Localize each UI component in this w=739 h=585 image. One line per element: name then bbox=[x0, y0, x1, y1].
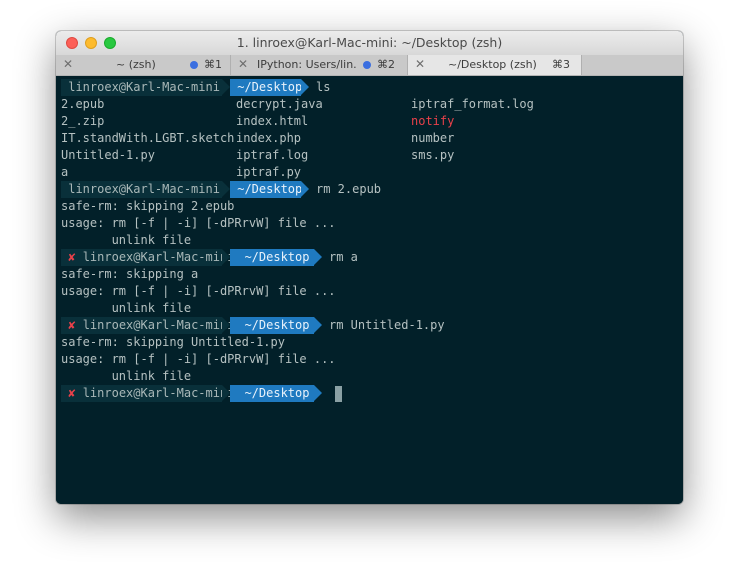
output-line: unlink file bbox=[61, 233, 192, 247]
segment-separator-icon bbox=[222, 317, 230, 333]
error-x-icon: ✘ bbox=[68, 250, 76, 264]
tab-label: ~ (zsh) bbox=[116, 58, 156, 71]
prompt-user-segment: linroex@Karl-Mac-mini bbox=[61, 79, 222, 96]
prompt-dir-segment: ~/Desktop bbox=[230, 181, 303, 198]
command-text: rm 2.epub bbox=[316, 182, 382, 196]
output-line: unlink file bbox=[61, 369, 192, 383]
output-line: safe-rm: skipping Untitled-1.py bbox=[61, 335, 285, 349]
prompt-user: linroex@Karl-Mac-mini bbox=[82, 250, 235, 264]
segment-separator-icon bbox=[222, 79, 230, 95]
ls-entry: decrypt.java bbox=[236, 97, 323, 111]
tab-label: IPython: Users/lin... bbox=[257, 58, 357, 71]
segment-separator-icon bbox=[301, 181, 309, 197]
tab-bar-empty-space[interactable] bbox=[582, 55, 683, 75]
tab-shortcut: ⌘2 bbox=[377, 58, 395, 71]
output-line: usage: rm [-f | -i] [-dPRrvW] file ... bbox=[61, 216, 336, 230]
prompt-user: linroex@Karl-Mac-mini bbox=[82, 386, 235, 400]
tab-desktop-zsh[interactable]: ✕ ~/Desktop (zsh) ⌘3 bbox=[408, 55, 582, 75]
tab-shortcut: ⌘1 bbox=[204, 58, 222, 71]
text-cursor bbox=[335, 386, 342, 402]
ls-entry: index.php bbox=[236, 131, 302, 145]
command-text: rm a bbox=[329, 250, 358, 264]
prompt-user: linroex@Karl-Mac-mini bbox=[82, 318, 235, 332]
prompt-dir-segment: ~/Desktop bbox=[230, 249, 314, 266]
tab-bar: ✕ ~ (zsh) ⌘1 ✕ IPython: Users/lin... ⌘2 … bbox=[56, 55, 683, 76]
segment-separator-icon bbox=[222, 181, 230, 197]
segment-separator-icon bbox=[314, 317, 322, 333]
output-line: safe-rm: skipping a bbox=[61, 267, 199, 281]
error-x-icon: ✘ bbox=[68, 318, 76, 332]
segment-separator-icon bbox=[222, 385, 230, 401]
close-tab-icon[interactable]: ✕ bbox=[63, 57, 73, 71]
segment-separator-icon bbox=[222, 249, 230, 265]
segment-separator-icon bbox=[301, 79, 309, 95]
ls-entry-executable: notify bbox=[411, 114, 455, 128]
prompt-user-segment: linroex@Karl-Mac-mini bbox=[61, 181, 222, 198]
ls-entry: sms.py bbox=[411, 148, 455, 162]
ls-entry: Untitled-1.py bbox=[61, 148, 155, 162]
tab-shortcut: ⌘3 bbox=[552, 58, 570, 71]
prompt-dir: ~/Desktop bbox=[244, 386, 310, 400]
tab-ipython[interactable]: ✕ IPython: Users/lin... ⌘2 bbox=[231, 55, 408, 75]
ls-entry: index.html bbox=[236, 114, 309, 128]
command-text: ls bbox=[316, 80, 331, 94]
command-text: rm Untitled-1.py bbox=[329, 318, 445, 332]
ls-entry: 2.epub bbox=[61, 97, 105, 111]
output-line: usage: rm [-f | -i] [-dPRrvW] file ... bbox=[61, 284, 336, 298]
ls-entry: a bbox=[61, 165, 69, 179]
tab-zsh-home[interactable]: ✕ ~ (zsh) ⌘1 bbox=[56, 55, 231, 75]
prompt-user: linroex@Karl-Mac-mini bbox=[68, 182, 220, 196]
prompt-dir-segment: ~/Desktop bbox=[230, 79, 303, 96]
prompt-dir: ~/Desktop bbox=[244, 250, 310, 264]
ls-entry: 2_.zip bbox=[61, 114, 105, 128]
prompt-user: linroex@Karl-Mac-mini bbox=[68, 80, 220, 94]
prompt-dir-segment: ~/Desktop bbox=[230, 317, 314, 334]
tab-label: ~/Desktop (zsh) bbox=[448, 58, 537, 71]
output-line: usage: rm [-f | -i] [-dPRrvW] file ... bbox=[61, 352, 336, 366]
prompt-dir: ~/Desktop bbox=[237, 182, 303, 196]
output-line: unlink file bbox=[61, 301, 192, 315]
output-line: safe-rm: skipping 2.epub bbox=[61, 199, 235, 213]
activity-dot-icon bbox=[363, 61, 371, 69]
ls-entry: iptraf.log bbox=[236, 148, 309, 162]
ls-entry: number bbox=[411, 131, 455, 145]
ls-entry: iptraf.py bbox=[236, 165, 302, 179]
prompt-dir: ~/Desktop bbox=[237, 80, 303, 94]
segment-separator-icon bbox=[314, 249, 322, 265]
close-tab-icon[interactable]: ✕ bbox=[415, 57, 425, 71]
prompt-user-segment: ✘ linroex@Karl-Mac-mini bbox=[61, 385, 234, 402]
prompt-dir-segment: ~/Desktop bbox=[230, 385, 314, 402]
close-tab-icon[interactable]: ✕ bbox=[238, 57, 248, 71]
error-x-icon: ✘ bbox=[68, 386, 76, 400]
segment-separator-icon bbox=[314, 385, 322, 401]
terminal-output[interactable]: linroex@Karl-Mac-mini ~/Desktop ls 2.epu… bbox=[56, 76, 683, 504]
terminal-window: 1. linroex@Karl-Mac-mini: ~/Desktop (zsh… bbox=[56, 31, 683, 504]
activity-dot-icon bbox=[190, 61, 198, 69]
title-bar[interactable]: 1. linroex@Karl-Mac-mini: ~/Desktop (zsh… bbox=[56, 31, 683, 56]
window-title: 1. linroex@Karl-Mac-mini: ~/Desktop (zsh… bbox=[236, 35, 503, 50]
ls-entry: iptraf_format.log bbox=[411, 97, 534, 111]
prompt-dir: ~/Desktop bbox=[244, 318, 310, 332]
prompt-user-segment: ✘ linroex@Karl-Mac-mini bbox=[61, 317, 234, 334]
ls-entry: IT.standWith.LGBT.sketch bbox=[61, 131, 235, 145]
prompt-user-segment: ✘ linroex@Karl-Mac-mini bbox=[61, 249, 234, 266]
